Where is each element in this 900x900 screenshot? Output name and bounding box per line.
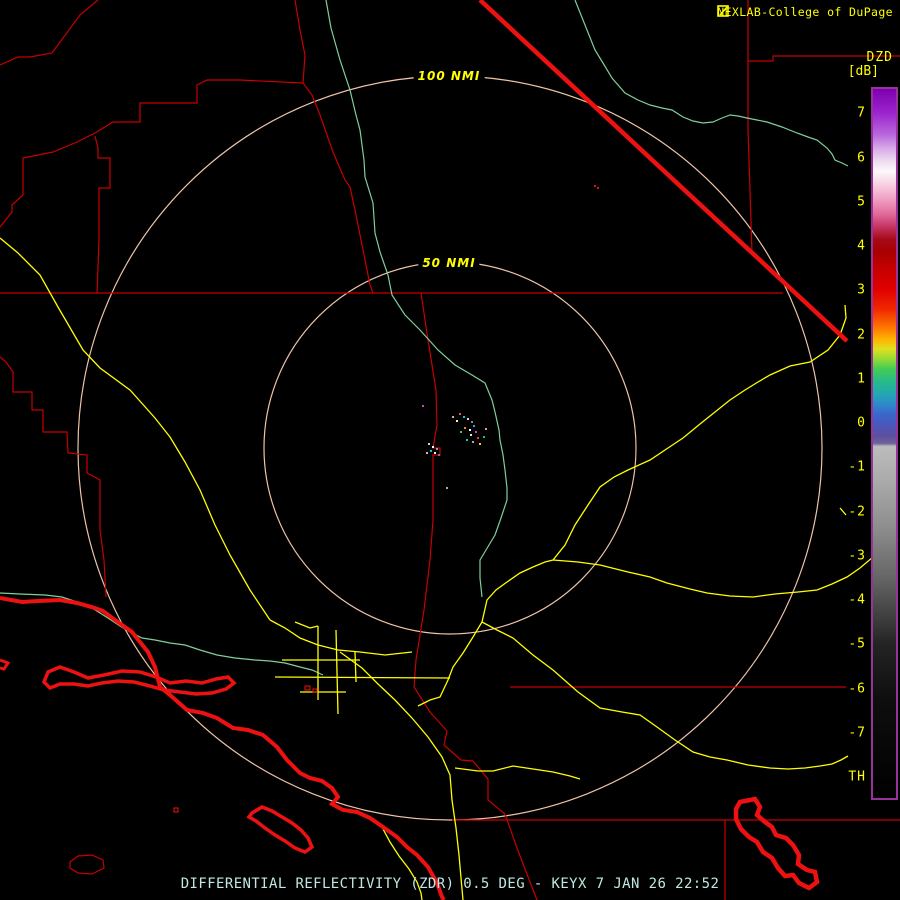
colorbar-tick-label: -7	[848, 725, 866, 741]
island-edge-fragment	[0, 658, 11, 671]
colorbar-tick-label: -5	[848, 636, 866, 652]
range-ring-100nmi	[77, 75, 823, 821]
product-code-label: DZD	[866, 50, 893, 65]
range-ring-50nmi	[263, 261, 637, 635]
lake-salton-outline	[733, 796, 820, 891]
product-units-label: [dB]	[847, 64, 879, 79]
island-dot-3	[173, 807, 179, 813]
colorbar-tick-label: 1	[857, 371, 866, 387]
island-catalina	[246, 805, 315, 854]
island-dot-1	[304, 685, 311, 691]
product-title: DIFFERENTIAL REFLECTIVITY (ZDR) 0.5 DEG …	[180, 876, 720, 892]
colorbar-tick-label: -4	[848, 592, 866, 608]
colorbar-tick-label: -2	[848, 504, 866, 519]
island-dot-2	[312, 688, 318, 693]
colorbar-tick-label: -1	[848, 459, 866, 475]
island-channel-chain	[41, 665, 237, 696]
header-brand: NEXLAB-College of DuPage	[717, 5, 897, 19]
highway-lines	[0, 237, 899, 900]
coastline-state-lines	[0, 0, 849, 900]
colorbar-tick-label: 5	[857, 194, 866, 210]
radar-display: 100 NMI 50 NMI NEXLAB-College of DuPage …	[0, 0, 900, 900]
colorbar-tick-label: 6	[857, 150, 866, 165]
colorbar-tick-label: -6	[848, 681, 866, 696]
range-ring-label-100nmi: 100 NMI	[413, 69, 485, 83]
colorbar-tick-label: 7	[857, 105, 866, 121]
brand-text: NEXLAB-College of DuPage	[717, 5, 893, 19]
radar-map	[0, 0, 900, 900]
colorbar-tick-label: 3	[857, 282, 866, 298]
range-ring-label-50nmi: 50 NMI	[418, 256, 480, 270]
colorbar-tick-label: TH	[848, 769, 866, 785]
island-outline-thin	[69, 854, 105, 875]
colorbar-tick-label: 0	[857, 415, 866, 431]
radar-echoes	[422, 185, 599, 489]
colorbar-gradient	[871, 87, 898, 800]
range-rings	[77, 75, 823, 821]
county-boundary-lines	[0, 0, 900, 900]
colorbar-tick-label: -3	[848, 548, 866, 564]
coastline	[0, 596, 446, 900]
river-lines	[0, 0, 849, 676]
colorbar-tick-label: 2	[857, 327, 866, 342]
colorbar-tick-label: 4	[857, 238, 866, 254]
